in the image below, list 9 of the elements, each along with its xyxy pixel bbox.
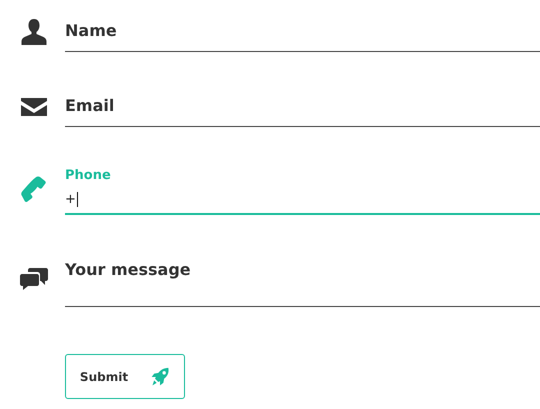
text-field[interactable]: Phone + xyxy=(65,162,540,215)
phone-icon xyxy=(20,174,48,202)
person-icon xyxy=(20,18,48,46)
text-field[interactable]: Email xyxy=(65,87,540,127)
message-field[interactable]: Your message xyxy=(65,250,540,307)
text-field[interactable]: Name xyxy=(65,12,540,52)
submit-button[interactable]: Submit xyxy=(65,354,185,399)
text-cursor xyxy=(76,192,78,207)
rocket-icon xyxy=(150,366,170,386)
